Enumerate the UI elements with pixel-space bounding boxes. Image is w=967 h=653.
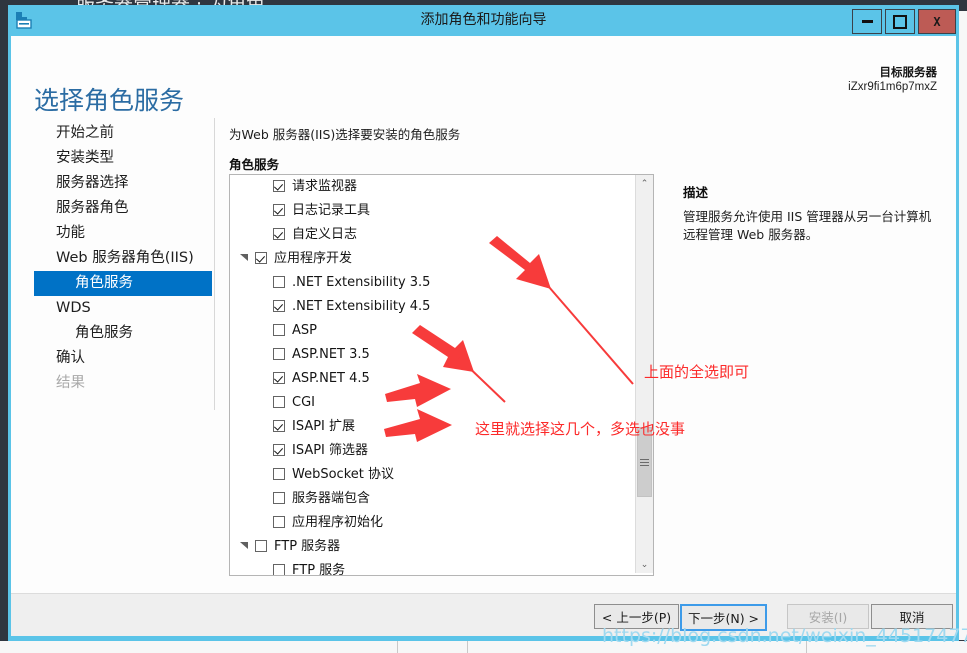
checkbox-checked[interactable] bbox=[273, 180, 285, 192]
role-service-row[interactable]: CGI bbox=[230, 391, 635, 415]
role-service-row[interactable]: ISAPI 筛选器 bbox=[230, 439, 635, 463]
role-service-label: ISAPI 筛选器 bbox=[292, 443, 369, 458]
nav-item-1[interactable]: 安装类型 bbox=[34, 146, 212, 171]
dialog-body: 选择角色服务 目标服务器 iZxr9fi1m6p7mxZ 开始之前 安装类型 服务器… bbox=[11, 36, 956, 593]
close-button[interactable]: X bbox=[918, 9, 956, 34]
annotation-text-2: 这里就选择这几个，多选也没事 bbox=[475, 420, 686, 438]
watermark: https://blog.csdn.net/weixin_44517477 bbox=[602, 625, 967, 647]
dialog-title: 添加角色和功能向导 bbox=[420, 12, 547, 28]
wizard-step-nav: 开始之前 安装类型 服务器选择 服务器角色 功能 Web 服务器角色(IIS) 角色服务 WD… bbox=[34, 121, 212, 396]
checkbox-unchecked[interactable] bbox=[273, 276, 285, 288]
add-roles-wizard-dialog: 添加角色和功能向导 X 选择角色服务 目标服务器 iZxr9fi1m6p7mxZ… bbox=[8, 5, 959, 641]
role-service-label: 请求监视器 bbox=[292, 179, 358, 194]
role-service-label: 应用程序开发 bbox=[274, 251, 353, 266]
role-service-label: FTP 服务器 bbox=[274, 539, 341, 554]
role-service-label: CGI bbox=[292, 395, 315, 410]
destination-server-value: iZxr9fi1m6p7mxZ bbox=[848, 81, 937, 93]
role-service-row[interactable]: WebSocket 协议 bbox=[230, 463, 635, 487]
role-service-label: 应用程序初始化 bbox=[292, 515, 384, 530]
role-service-label: 服务器端包含 bbox=[292, 491, 371, 506]
checkbox-unchecked[interactable] bbox=[273, 468, 285, 480]
nav-item-8[interactable]: 角色服务 bbox=[34, 321, 212, 346]
checkbox-unchecked[interactable] bbox=[273, 564, 285, 575]
nav-item-6[interactable]: 角色服务 bbox=[34, 271, 212, 296]
nav-item-7[interactable]: WDS bbox=[34, 296, 212, 321]
checkbox-unchecked[interactable] bbox=[273, 396, 285, 408]
role-service-label: 自定义日志 bbox=[292, 227, 358, 242]
role-service-row[interactable]: .NET Extensibility 3.5 bbox=[230, 271, 635, 295]
role-service-row[interactable]: 请求监视器 bbox=[230, 175, 635, 199]
role-service-label: ASP bbox=[292, 323, 317, 338]
description-body: 管理服务允许使用 IIS 管理器从另一台计算机远程管理 Web 服务器。 bbox=[683, 209, 932, 242]
screen: 服务器管理器 · 为角色 添加角色和功能向导 bbox=[0, 0, 967, 653]
checkbox-checked[interactable] bbox=[273, 204, 285, 216]
role-service-row[interactable]: ASP.NET 4.5 bbox=[230, 367, 635, 391]
role-service-label: WebSocket 协议 bbox=[292, 467, 394, 482]
scroll-up-icon[interactable]: ⌃ bbox=[636, 175, 653, 192]
nav-item-0[interactable]: 开始之前 bbox=[34, 121, 212, 146]
role-service-label: FTP 服务 bbox=[292, 563, 346, 576]
role-service-row[interactable]: FTP 服务器 bbox=[230, 535, 635, 559]
role-service-row[interactable]: 自定义日志 bbox=[230, 223, 635, 247]
maximize-button[interactable] bbox=[885, 9, 915, 34]
checkbox-unchecked[interactable] bbox=[255, 540, 267, 552]
role-service-row[interactable]: 应用程序开发 bbox=[230, 247, 635, 271]
checkbox-unchecked[interactable] bbox=[273, 516, 285, 528]
nav-item-10: 结果 bbox=[56, 375, 85, 391]
checkbox-checked[interactable] bbox=[273, 444, 285, 456]
destination-server-label: 目标服务器 bbox=[879, 65, 938, 79]
description-title: 描述 bbox=[683, 185, 709, 200]
dialog-titlebar[interactable]: 添加角色和功能向导 X bbox=[8, 5, 959, 36]
role-service-row[interactable]: .NET Extensibility 4.5 bbox=[230, 295, 635, 319]
nav-item-9[interactable]: 确认 bbox=[34, 346, 212, 371]
role-service-label: .NET Extensibility 4.5 bbox=[292, 299, 431, 314]
role-services-listbox[interactable]: 请求监视器日志记录工具 自定义日志应用程序开发 .NET Extensibility… bbox=[229, 174, 654, 576]
checkbox-checked[interactable] bbox=[255, 252, 267, 264]
role-service-label: ISAPI 扩展 bbox=[292, 419, 356, 434]
scroll-down-icon[interactable]: ⌄ bbox=[636, 556, 653, 573]
role-service-label: ASP.NET 4.5 bbox=[292, 371, 370, 386]
minimize-button[interactable] bbox=[852, 9, 882, 34]
role-service-row[interactable]: 应用程序初始化 bbox=[230, 511, 635, 535]
role-service-row[interactable]: FTP 服务 bbox=[230, 559, 635, 576]
role-service-label: .NET Extensibility 3.5 bbox=[292, 275, 431, 290]
nav-item-4[interactable]: 功能 bbox=[34, 221, 212, 246]
page-title: 选择角色服务 bbox=[34, 85, 185, 115]
window-controls: X bbox=[852, 9, 956, 34]
checkbox-checked[interactable] bbox=[273, 228, 285, 240]
role-service-row[interactable]: 服务器端包含 bbox=[230, 487, 635, 511]
role-service-label: 日志记录工具 bbox=[292, 203, 371, 218]
role-services-label: 角色服务 bbox=[229, 157, 280, 172]
checkbox-unchecked[interactable] bbox=[273, 492, 285, 504]
taskbar-divider bbox=[467, 641, 468, 653]
role-service-row[interactable]: ASP bbox=[230, 319, 635, 343]
annotation-text-1: 上面的全选即可 bbox=[644, 363, 750, 381]
role-service-row[interactable]: ASP.NET 3.5 bbox=[230, 343, 635, 367]
role-service-row[interactable]: 日志记录工具 bbox=[230, 199, 635, 223]
role-service-label: ASP.NET 3.5 bbox=[292, 347, 370, 362]
main-instruction: 为Web 服务器(IIS)选择要安装的角色服务 bbox=[229, 127, 461, 142]
checkbox-checked[interactable] bbox=[273, 300, 285, 312]
nav-item-2[interactable]: 服务器选择 bbox=[34, 171, 212, 196]
checkbox-unchecked[interactable] bbox=[273, 324, 285, 336]
nav-item-5[interactable]: Web 服务器角色(IIS) bbox=[34, 246, 212, 271]
scrollbar-grip-icon bbox=[640, 458, 649, 466]
checkbox-unchecked[interactable] bbox=[273, 348, 285, 360]
checkbox-checked[interactable] bbox=[273, 420, 285, 432]
checkbox-checked[interactable] bbox=[273, 372, 285, 384]
nav-item-3[interactable]: 服务器角色 bbox=[34, 196, 212, 221]
nav-divider bbox=[214, 118, 215, 410]
taskbar-divider bbox=[397, 641, 398, 653]
